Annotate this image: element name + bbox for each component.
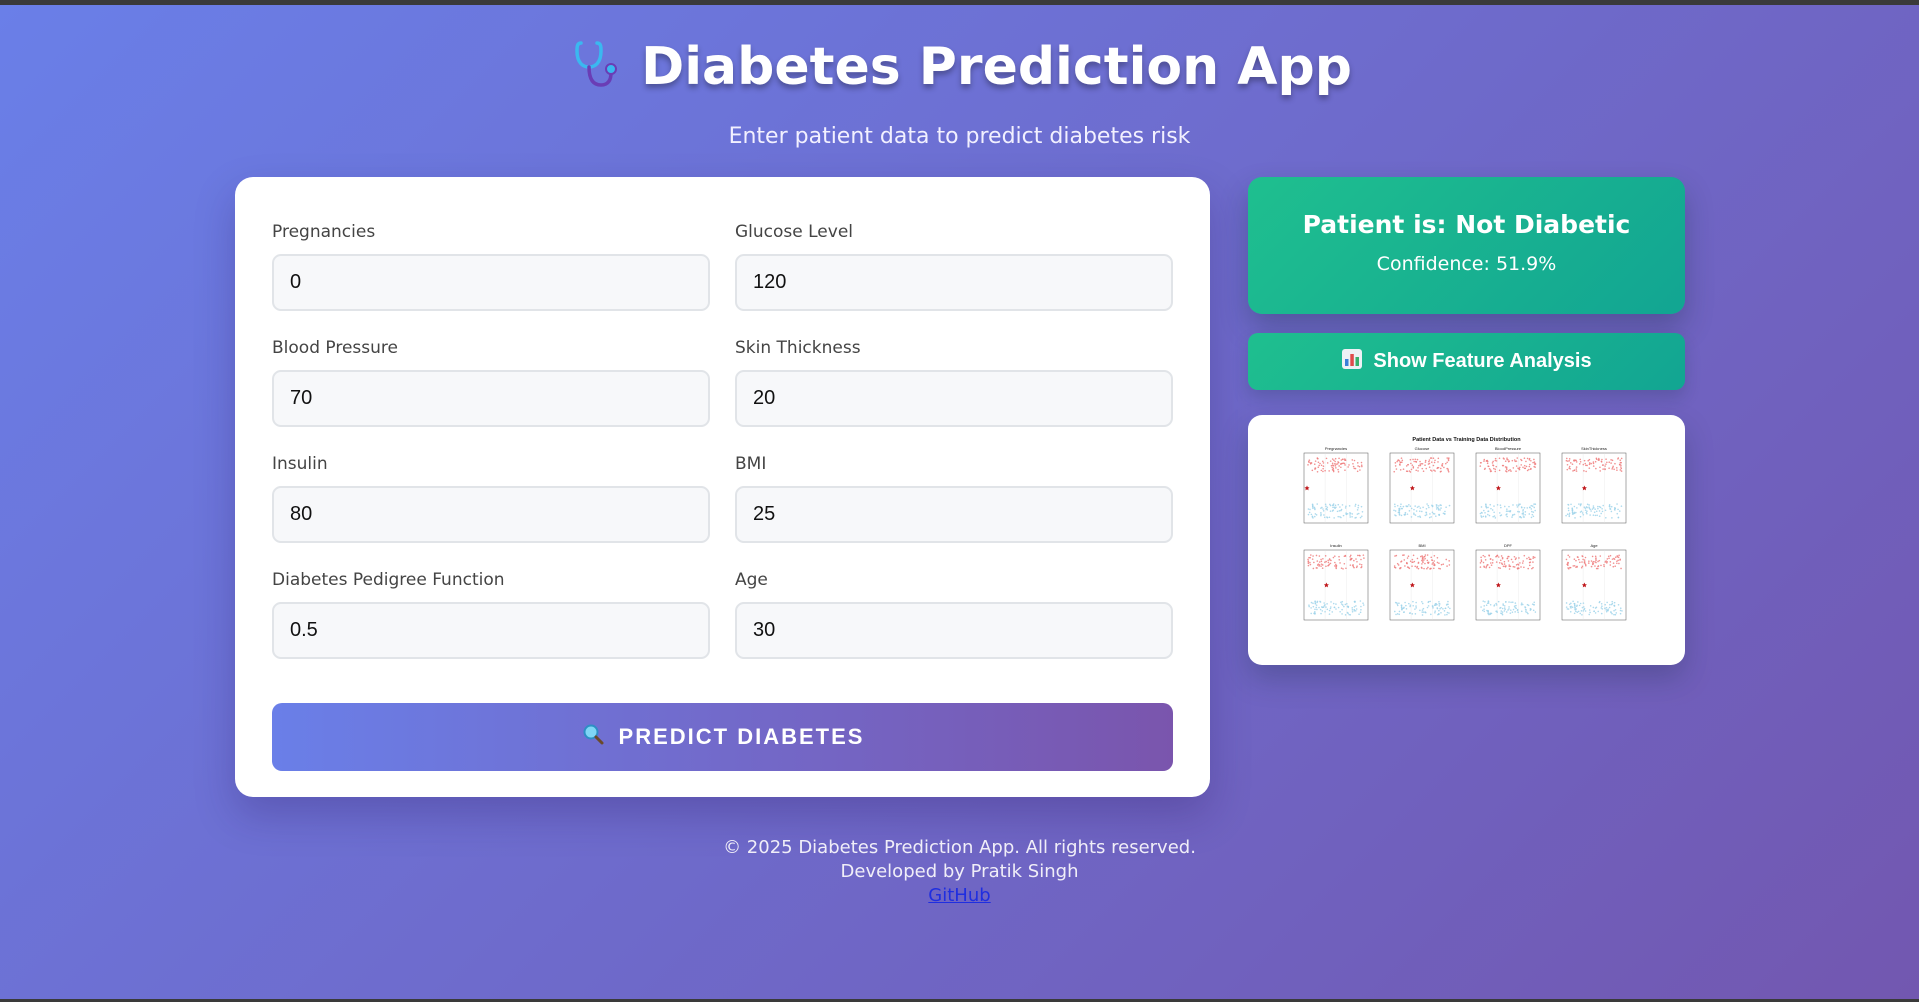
plot-title: Patient Data vs Training Data Distributi… [1412,437,1521,443]
plot-panel-title: Age [1590,543,1598,548]
plot-panel-skinthickness: SkinThickness [1561,446,1627,524]
github-link[interactable]: GitHub [928,885,990,906]
plot-panel-title: Pregnancies [1325,446,1347,451]
pregnancies-label: Pregnancies [272,222,376,242]
plot-panel-bmi: BMI [1389,543,1455,621]
plot-panel-bloodpressure: BloodPressure [1475,446,1541,524]
plot-panel-dpf: DPF [1475,543,1541,621]
glucose-label: Glucose Level [735,222,854,242]
plot-panel-title: Insulin [1330,543,1342,548]
result-confidence: Confidence: 51.9% [1376,253,1557,275]
patient-form-card: Pregnancies Glucose Level Blood Pressure… [235,177,1210,797]
skin-thickness-label: Skin Thickness [735,338,861,358]
plot-panel-title: DPF [1504,543,1513,548]
form-grid: Pregnancies Glucose Level Blood Pressure… [272,217,1173,681]
skin-thickness-field-group: Skin Thickness [735,333,1173,449]
prediction-result-card: Patient is: Not Diabetic Confidence: 51.… [1248,177,1685,314]
blood-pressure-label: Blood Pressure [272,338,398,358]
blood-pressure-input[interactable] [272,370,710,427]
glucose-field-group: Glucose Level [735,217,1173,333]
age-field-group: Age [735,565,1173,681]
title-row: Diabetes Prediction App [0,28,1919,106]
blood-pressure-field-group: Blood Pressure [272,333,710,449]
age-input[interactable] [735,602,1173,659]
skin-thickness-input[interactable] [735,370,1173,427]
feature-analysis-plot-card: Patient Data vs Training Data Distributi… [1248,415,1685,665]
bmi-field-group: BMI [735,449,1173,565]
insulin-input[interactable] [272,486,710,543]
result-title: Patient is: Not Diabetic [1302,210,1631,239]
predict-button-label: PREDICT DIABETES [618,724,865,749]
pregnancies-input[interactable] [272,254,710,311]
feature-distribution-plot: Patient Data vs Training Data Distributi… [1303,437,1627,621]
bmi-label: BMI [735,454,767,474]
bar-chart-icon [1341,348,1363,376]
show-feature-analysis-button[interactable]: Show Feature Analysis [1248,333,1685,390]
page-header: Diabetes Prediction App Enter patient da… [0,28,1919,149]
window-top-border [0,0,1919,5]
page-title: Diabetes Prediction App [641,37,1352,97]
plot-panel-pregnancies: Pregnancies [1303,446,1369,524]
plot-panel-glucose: Glucose [1389,446,1455,524]
page-footer: © 2025 Diabetes Prediction App. All righ… [0,836,1919,908]
plot-panel-title: BMI [1418,543,1425,548]
insulin-label: Insulin [272,454,328,474]
plot-panel-age: Age [1561,543,1627,621]
magnifier-icon [581,722,605,752]
pedigree-input[interactable] [272,602,710,659]
bmi-input[interactable] [735,486,1173,543]
analysis-button-label: Show Feature Analysis [1373,350,1592,372]
stethoscope-icon [567,37,623,98]
plot-panel-insulin: Insulin [1303,543,1369,621]
pedigree-label: Diabetes Pedigree Function [272,570,505,590]
predict-diabetes-button[interactable]: PREDICT DIABETES [272,703,1173,771]
glucose-input[interactable] [735,254,1173,311]
developer-credit: Developed by Pratik Singh [840,861,1079,882]
copyright-text: © 2025 Diabetes Prediction App. All righ… [723,837,1196,858]
pregnancies-field-group: Pregnancies [272,217,710,333]
pedigree-field-group: Diabetes Pedigree Function [272,565,710,681]
plot-panel-title: SkinThickness [1581,446,1607,451]
plot-panel-title: Glucose [1415,446,1430,451]
age-label: Age [735,570,768,590]
plot-panel-title: BloodPressure [1495,446,1522,451]
insulin-field-group: Insulin [272,449,710,565]
page-subtitle: Enter patient data to predict diabetes r… [728,124,1191,149]
